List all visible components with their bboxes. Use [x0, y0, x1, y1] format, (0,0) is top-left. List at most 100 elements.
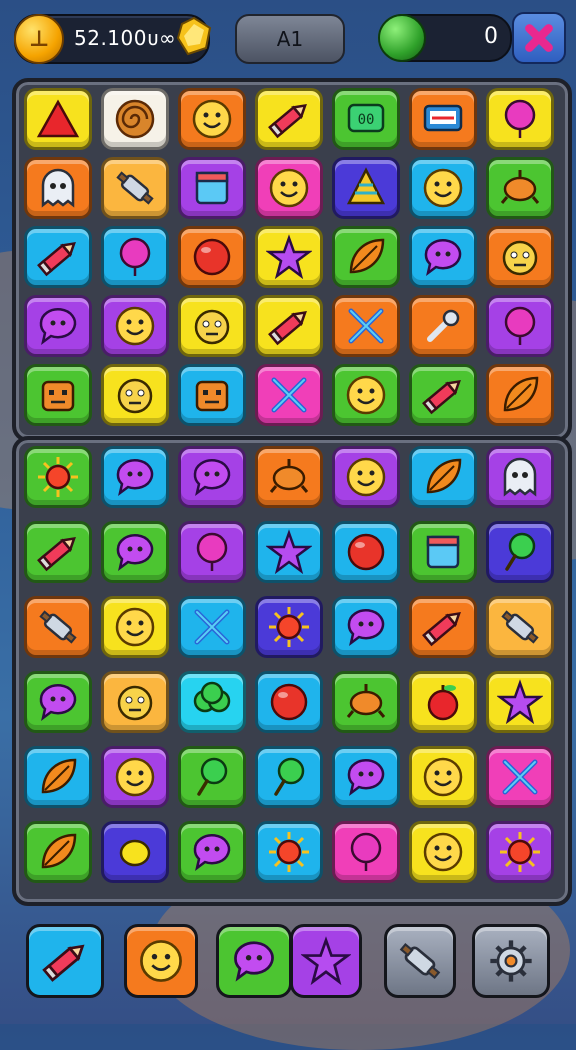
arrows-icon	[348, 308, 384, 344]
balloon-icon	[119, 237, 151, 276]
board-tile[interactable]	[101, 521, 169, 583]
board-tile[interactable]	[101, 364, 169, 426]
board-tile[interactable]	[486, 446, 554, 508]
board-tile[interactable]	[101, 821, 169, 883]
board-tile[interactable]	[24, 295, 92, 357]
board-tile[interactable]	[24, 226, 92, 288]
board-tile[interactable]	[255, 157, 323, 219]
board-tile[interactable]	[332, 157, 400, 219]
board-tile[interactable]	[255, 671, 323, 733]
board-tile[interactable]	[255, 596, 323, 658]
board-tile[interactable]	[255, 821, 323, 883]
board-tile[interactable]	[178, 446, 246, 508]
board-tile[interactable]	[178, 226, 246, 288]
board-tile[interactable]	[409, 157, 477, 219]
board-tile[interactable]	[486, 364, 554, 426]
monitor-icon: 00	[347, 103, 385, 133]
arrows-icon	[271, 377, 307, 413]
board-tile[interactable]	[255, 88, 323, 150]
board-tile[interactable]	[255, 295, 323, 357]
board-tile[interactable]	[409, 295, 477, 357]
board-tile[interactable]	[332, 671, 400, 733]
chat-icon	[424, 238, 462, 277]
board-tile[interactable]	[255, 746, 323, 808]
board-tile[interactable]	[24, 596, 92, 658]
board-tile[interactable]	[101, 157, 169, 219]
board-tile[interactable]	[332, 295, 400, 357]
board-tile[interactable]	[24, 746, 92, 808]
star-powerup[interactable]	[290, 924, 362, 998]
turtle-icon	[500, 170, 540, 204]
board-tile[interactable]	[101, 671, 169, 733]
leaf-icon	[349, 238, 385, 274]
chat-icon	[116, 458, 154, 497]
top-hud: ⊥ 52.100ᴜ∞ A1 0	[0, 0, 576, 78]
board-tile[interactable]	[409, 671, 477, 733]
board-tile[interactable]	[24, 157, 92, 219]
board-tile[interactable]	[24, 364, 92, 426]
board-tile[interactable]	[409, 596, 477, 658]
board-tile[interactable]	[409, 364, 477, 426]
board-tile[interactable]	[178, 746, 246, 808]
coin-counter[interactable]: ⊥ 52.100ᴜ∞	[14, 14, 212, 64]
board-tile[interactable]	[101, 88, 169, 150]
board-tile[interactable]	[332, 521, 400, 583]
board-tile[interactable]	[178, 596, 246, 658]
board-tile[interactable]	[486, 521, 554, 583]
board-tile[interactable]	[24, 446, 92, 508]
board-tile[interactable]	[486, 88, 554, 150]
board-tile[interactable]	[486, 226, 554, 288]
board-tile[interactable]	[486, 671, 554, 733]
pencil-powerup[interactable]	[26, 924, 104, 998]
board-tile[interactable]: 00	[332, 88, 400, 150]
board-tile[interactable]	[178, 821, 246, 883]
board-tile[interactable]	[178, 364, 246, 426]
board-tile[interactable]	[409, 88, 477, 150]
level-indicator[interactable]: A1	[235, 14, 345, 64]
board-tile[interactable]	[101, 295, 169, 357]
board-tile[interactable]	[101, 596, 169, 658]
board-tile[interactable]	[178, 157, 246, 219]
board-tile[interactable]	[409, 521, 477, 583]
board-tile[interactable]	[409, 821, 477, 883]
board-tile[interactable]	[486, 746, 554, 808]
chat-powerup[interactable]	[216, 924, 292, 998]
board-tile[interactable]	[332, 821, 400, 883]
board-tile[interactable]	[255, 226, 323, 288]
board-tile[interactable]	[486, 821, 554, 883]
sun-icon	[269, 832, 309, 872]
board-tile[interactable]	[486, 596, 554, 658]
board-tile[interactable]	[101, 746, 169, 808]
board-tile[interactable]	[332, 596, 400, 658]
board-tile[interactable]	[178, 295, 246, 357]
board-tile[interactable]	[24, 88, 92, 150]
board-tile[interactable]	[409, 746, 477, 808]
close-x-icon	[525, 24, 553, 52]
sun-icon	[269, 607, 309, 647]
board-tile[interactable]	[101, 446, 169, 508]
smiley-powerup[interactable]	[124, 924, 198, 998]
board-tile[interactable]	[178, 88, 246, 150]
board-tile[interactable]	[24, 671, 92, 733]
board-tile[interactable]	[332, 364, 400, 426]
smiley-icon	[423, 832, 463, 872]
board-tile[interactable]	[255, 364, 323, 426]
board-tile[interactable]	[332, 226, 400, 288]
gear-powerup[interactable]	[472, 924, 550, 998]
board-tile[interactable]	[486, 295, 554, 357]
board-tile[interactable]	[332, 746, 400, 808]
board-tile[interactable]	[178, 521, 246, 583]
board-tile[interactable]	[255, 446, 323, 508]
sun-icon	[38, 457, 78, 497]
board-tile[interactable]	[24, 521, 92, 583]
board-tile[interactable]	[409, 446, 477, 508]
close-button[interactable]	[512, 12, 566, 64]
board-tile[interactable]	[332, 446, 400, 508]
board-tile[interactable]	[486, 157, 554, 219]
board-tile[interactable]	[409, 226, 477, 288]
board-tile[interactable]	[24, 821, 92, 883]
board-tile[interactable]	[255, 521, 323, 583]
rolling-pin-powerup[interactable]	[384, 924, 456, 998]
board-tile[interactable]	[101, 226, 169, 288]
board-tile[interactable]	[178, 671, 246, 733]
